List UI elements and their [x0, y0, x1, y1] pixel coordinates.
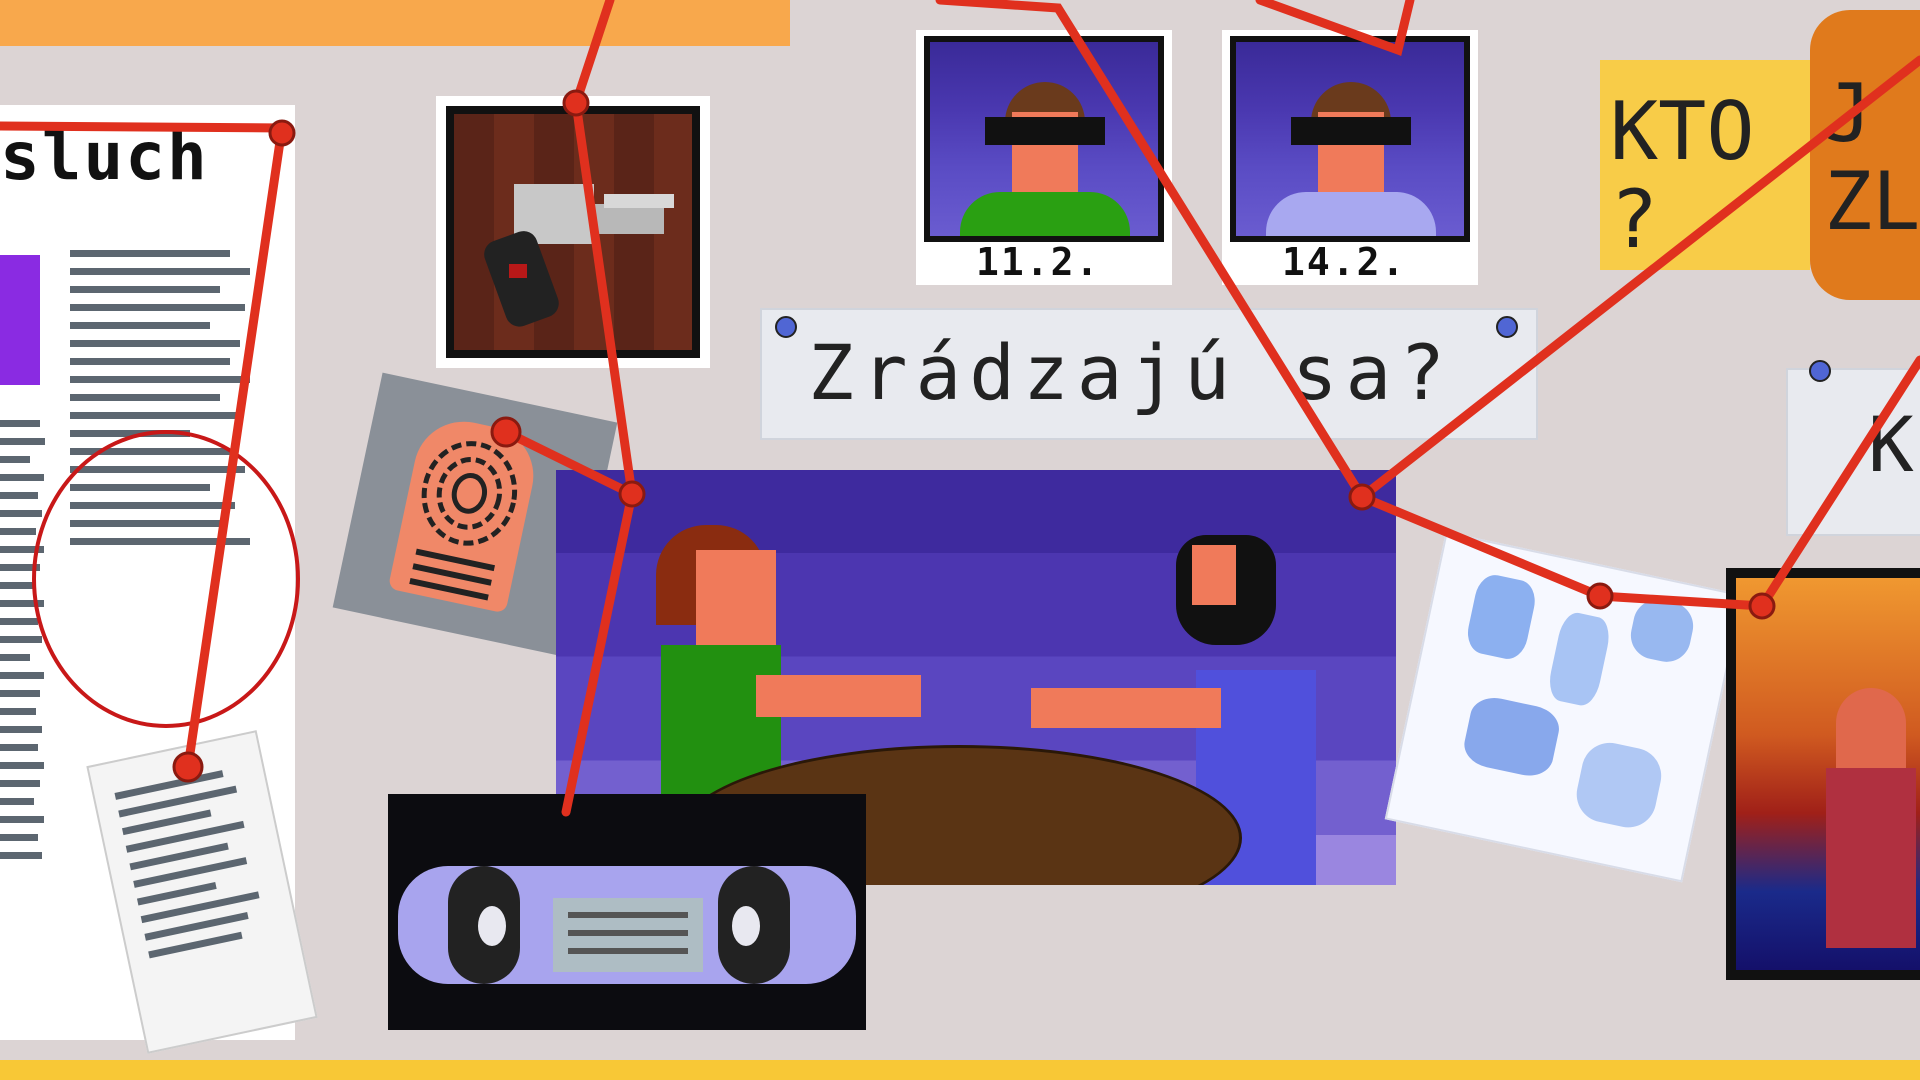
- red-string-network: [0, 0, 1920, 817]
- bottom-rail: [0, 1060, 1920, 1080]
